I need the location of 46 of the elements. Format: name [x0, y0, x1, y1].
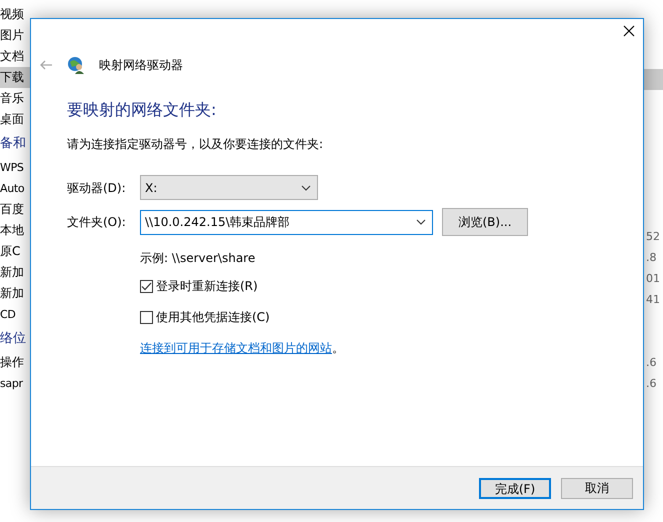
- finish-button[interactable]: 完成(F): [479, 478, 551, 498]
- nav-item[interactable]: sapr: [0, 373, 30, 394]
- size-text: .8: [646, 250, 658, 266]
- size-text: 01: [646, 271, 661, 287]
- nav-item[interactable]: 操作: [0, 352, 30, 373]
- nav-item[interactable]: WPS: [0, 157, 30, 178]
- nav-item[interactable]: 文档: [0, 46, 30, 67]
- nav-item[interactable]: 桌面: [0, 109, 30, 130]
- nav-item[interactable]: 本地: [0, 220, 30, 241]
- nav-item[interactable]: CD: [0, 304, 30, 325]
- nav-item[interactable]: 新加: [0, 262, 30, 283]
- size-text: 41: [646, 292, 661, 308]
- checkbox[interactable]: [140, 280, 153, 292]
- nav-group-header[interactable]: 络位: [0, 325, 30, 352]
- size-text: .6: [646, 376, 658, 392]
- dialog-title: 映射网络驱动器: [99, 57, 183, 74]
- size-text: 52: [646, 229, 661, 245]
- dialog-heading: 要映射的网络文件夹:: [67, 99, 218, 121]
- nav-item[interactable]: Auto: [0, 178, 30, 199]
- browse-button[interactable]: 浏览(B)...: [442, 208, 528, 236]
- cancel-button[interactable]: 取消: [561, 478, 633, 498]
- network-drive-icon: [67, 56, 85, 74]
- field-label: 驱动器(D):: [67, 180, 127, 196]
- nav-item[interactable]: 图片: [0, 25, 30, 46]
- field-label: 文件夹(O):: [67, 214, 127, 231]
- drive-dropdown[interactable]: X:: [140, 175, 318, 200]
- size-text: .6: [646, 355, 658, 371]
- website-link[interactable]: 连接到可用于存储文档和图片的网站: [140, 341, 332, 355]
- nav-item[interactable]: 音乐: [0, 88, 30, 109]
- example-text: 示例: \\server\share: [140, 250, 256, 267]
- nav-group-header[interactable]: 备和: [0, 130, 30, 157]
- folder-combo-field[interactable]: \\10.0.242.15\韩束品牌部: [140, 210, 433, 234]
- nav-item[interactable]: 下载: [0, 67, 30, 88]
- chevron-down-icon: [301, 184, 311, 190]
- close-icon[interactable]: [623, 25, 635, 37]
- nav-item[interactable]: 视频: [0, 4, 30, 25]
- checkbox-label: 使用其他凭据连接(C): [156, 309, 270, 326]
- nav-item[interactable]: 新加: [0, 283, 30, 304]
- checkbox[interactable]: [140, 310, 153, 324]
- chevron-down-icon: [416, 219, 426, 225]
- nav-item[interactable]: 原C: [0, 241, 30, 262]
- punctuation-text: 。: [332, 341, 344, 355]
- instruction-text: 请为连接指定驱动器号，以及你要连接的文件夹:: [67, 136, 324, 152]
- nav-item[interactable]: 百度: [0, 199, 30, 220]
- selected-row-highlight: [643, 69, 663, 90]
- checkbox-label: 登录时重新连接(R): [156, 278, 258, 295]
